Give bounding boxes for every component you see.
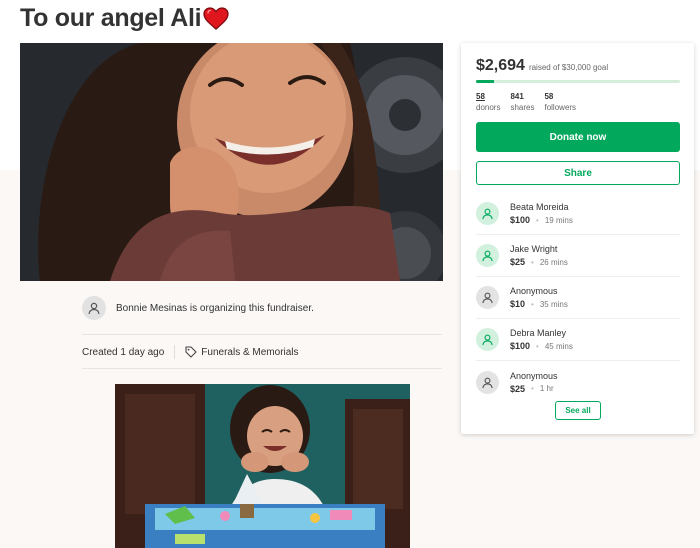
bullet-separator: •	[531, 299, 534, 309]
donor-name: Anonymous	[510, 286, 558, 296]
stat-followers: 58 followers	[544, 91, 576, 113]
progress-bar	[476, 80, 680, 83]
donation-card: $2,694 raised of $30,000 goal 58 donors …	[461, 43, 694, 434]
organizer-text: Bonnie Mesinas is organizing this fundra…	[116, 302, 314, 314]
campaign-meta: Created 1 day ago Funerals & Memorials	[82, 345, 299, 359]
donation-time: 26 mins	[539, 257, 568, 267]
stat-donors[interactable]: 58 donors	[476, 91, 500, 113]
donor-avatar-icon	[476, 370, 499, 394]
created-date: Created 1 day ago	[82, 346, 165, 358]
tag-icon	[185, 346, 197, 358]
story-photo[interactable]	[115, 384, 410, 548]
donor-avatar-icon	[476, 244, 499, 267]
donation-amount: $100	[510, 341, 531, 351]
donation-details: $100 • 19 mins	[510, 215, 573, 225]
donation-amount: $25	[510, 383, 526, 394]
page-title-text: To our angel Ali	[20, 4, 202, 32]
donor-avatar-icon	[476, 286, 499, 309]
donation-time: 35 mins	[539, 299, 568, 309]
shares-count: 841	[510, 92, 524, 101]
donation-item: Jake Wright $25 • 26 mins	[476, 235, 680, 277]
page-title: To our angel Ali	[20, 4, 229, 33]
donation-item: Anonymous $10 • 35 mins	[476, 277, 680, 319]
donation-details: $25 • 26 mins	[510, 257, 568, 267]
see-all-button[interactable]: See all	[555, 401, 601, 420]
donor-name: Anonymous	[510, 370, 558, 381]
followers-count: 58	[544, 92, 554, 101]
progress-fill	[476, 80, 495, 83]
donation-amount: $100	[510, 215, 531, 225]
divider	[82, 368, 442, 369]
donation-item: Debra Manley $100 • 45 mins	[476, 319, 680, 361]
donation-item: Beata Moreida $100 • 19 mins	[476, 193, 680, 235]
raised-amount: $2,694	[476, 57, 525, 74]
donation-time: 45 mins	[544, 341, 573, 351]
bullet-separator: •	[536, 341, 539, 351]
organizer-row: Bonnie Mesinas is organizing this fundra…	[82, 296, 314, 320]
bullet-separator: •	[531, 384, 534, 393]
bullet-separator: •	[531, 257, 534, 267]
donate-now-button[interactable]: Donate now	[476, 122, 680, 152]
user-icon	[82, 296, 106, 320]
divider	[82, 334, 442, 335]
bullet-separator: •	[536, 215, 539, 225]
donor-name: Debra Manley	[510, 328, 567, 338]
amount-raised: $2,694 raised of $30,000 goal	[476, 57, 608, 75]
campaign-stats: 58 donors 841 shares 58 followers	[476, 91, 586, 113]
donor-avatar-icon	[476, 202, 499, 225]
donation-details: $10 • 35 mins	[510, 299, 568, 309]
category-link[interactable]: Funerals & Memorials	[201, 347, 298, 358]
hero-photo[interactable]	[20, 43, 443, 281]
goal-text: raised of $30,000 goal	[528, 63, 609, 72]
red-heart-icon	[203, 6, 229, 30]
donation-amount: $25	[510, 257, 526, 267]
donation-amount: $10	[510, 299, 526, 309]
donation-time: 1 hr	[539, 384, 554, 393]
donor-name: Jake Wright	[510, 244, 558, 254]
donation-details: $25 • 1 hr	[510, 384, 558, 394]
donation-details: $100 • 45 mins	[510, 341, 573, 351]
donation-item: Anonymous $25 • 1 hr	[476, 361, 680, 403]
donor-avatar-icon	[476, 328, 499, 351]
donation-time: 19 mins	[544, 215, 573, 225]
shares-label: shares	[510, 103, 535, 112]
stat-shares: 841 shares	[510, 91, 534, 113]
donor-name: Beata Moreida	[510, 202, 569, 212]
share-button[interactable]: Share	[476, 161, 680, 185]
donors-count[interactable]: 58	[476, 91, 500, 102]
meta-separator	[174, 345, 176, 359]
followers-label: followers	[544, 103, 577, 112]
donors-label: donors	[476, 103, 501, 112]
